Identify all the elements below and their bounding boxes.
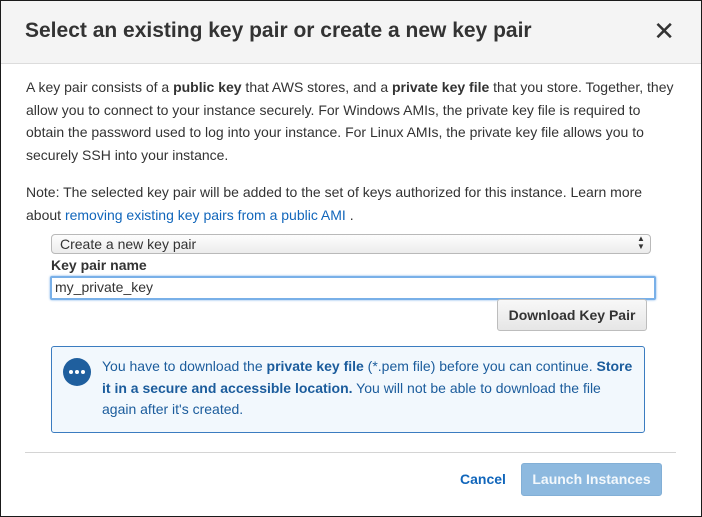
intro-text-1: A key pair consists of a bbox=[26, 79, 174, 95]
key-pair-name-input[interactable]: my_private_key bbox=[50, 276, 656, 300]
dialog-header: Select an existing key pair or create a … bbox=[1, 1, 701, 64]
chat-bubble-icon bbox=[63, 358, 91, 386]
removing-key-pairs-link[interactable]: removing existing key pairs from a publi… bbox=[65, 207, 346, 223]
dialog-title: Select an existing key pair or create a … bbox=[25, 19, 532, 42]
info-text-2: (*.pem file) before you can continue. bbox=[363, 358, 597, 374]
info-bold-private-key-file: private key file bbox=[266, 358, 364, 374]
download-key-pair-button[interactable]: Download Key Pair bbox=[497, 299, 647, 331]
intro-text-2: that AWS stores, and a bbox=[241, 79, 392, 95]
launch-instances-button[interactable]: Launch Instances bbox=[521, 463, 662, 496]
select-arrows-icon: ▲ ▼ bbox=[637, 234, 645, 251]
key-pair-name-label: Key pair name bbox=[51, 257, 147, 273]
key-pair-dialog: Select an existing key pair or create a … bbox=[0, 0, 702, 517]
intro-bold-public-key: public key bbox=[173, 79, 242, 95]
cancel-button[interactable]: Cancel bbox=[460, 471, 506, 487]
footer-divider bbox=[25, 452, 676, 453]
intro-bold-private-key-file: private key file bbox=[392, 79, 490, 95]
key-pair-name-value: my_private_key bbox=[55, 279, 154, 295]
key-pair-select[interactable]: Create a new key pair ▲ ▼ bbox=[51, 234, 651, 254]
note-paragraph: Note: The selected key pair will be adde… bbox=[26, 181, 676, 226]
close-icon[interactable]: ✕ bbox=[653, 17, 675, 45]
info-alert: You have to download the private key fil… bbox=[51, 346, 645, 433]
info-text-1: You have to download the bbox=[102, 358, 267, 374]
note-text-2: . bbox=[345, 206, 354, 223]
info-alert-text: You have to download the private key fil… bbox=[102, 356, 637, 421]
intro-paragraph: A key pair consists of a public key that… bbox=[26, 76, 676, 166]
key-pair-select-value: Create a new key pair bbox=[60, 236, 197, 252]
